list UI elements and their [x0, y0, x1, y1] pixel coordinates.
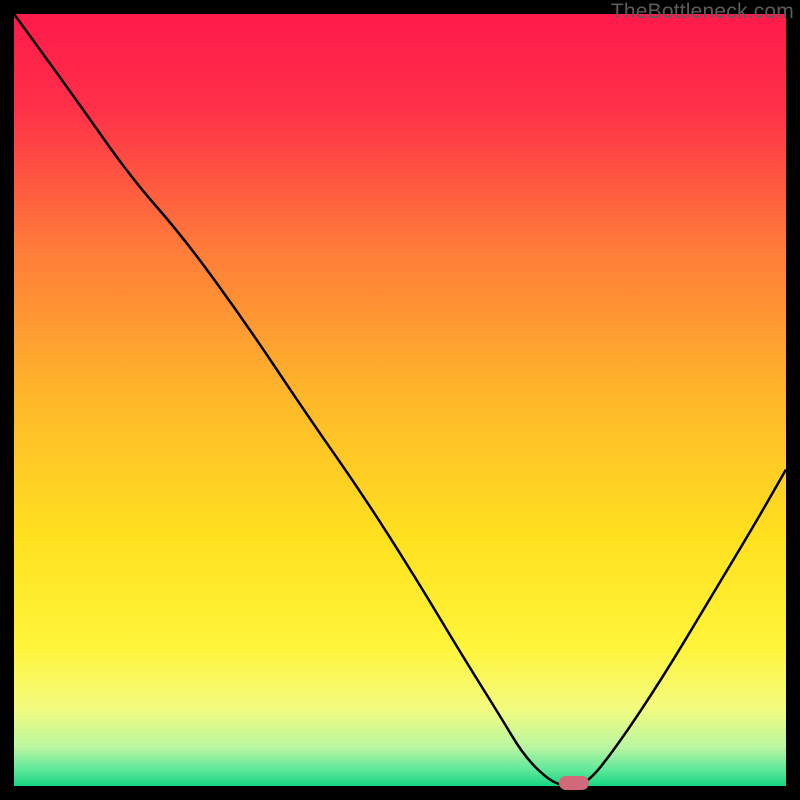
chart-container: TheBottleneck.com [0, 0, 800, 800]
watermark-text: TheBottleneck.com [611, 0, 794, 24]
bottleneck-curve [14, 14, 786, 786]
plot-area [14, 14, 786, 786]
minimum-marker [559, 776, 589, 790]
